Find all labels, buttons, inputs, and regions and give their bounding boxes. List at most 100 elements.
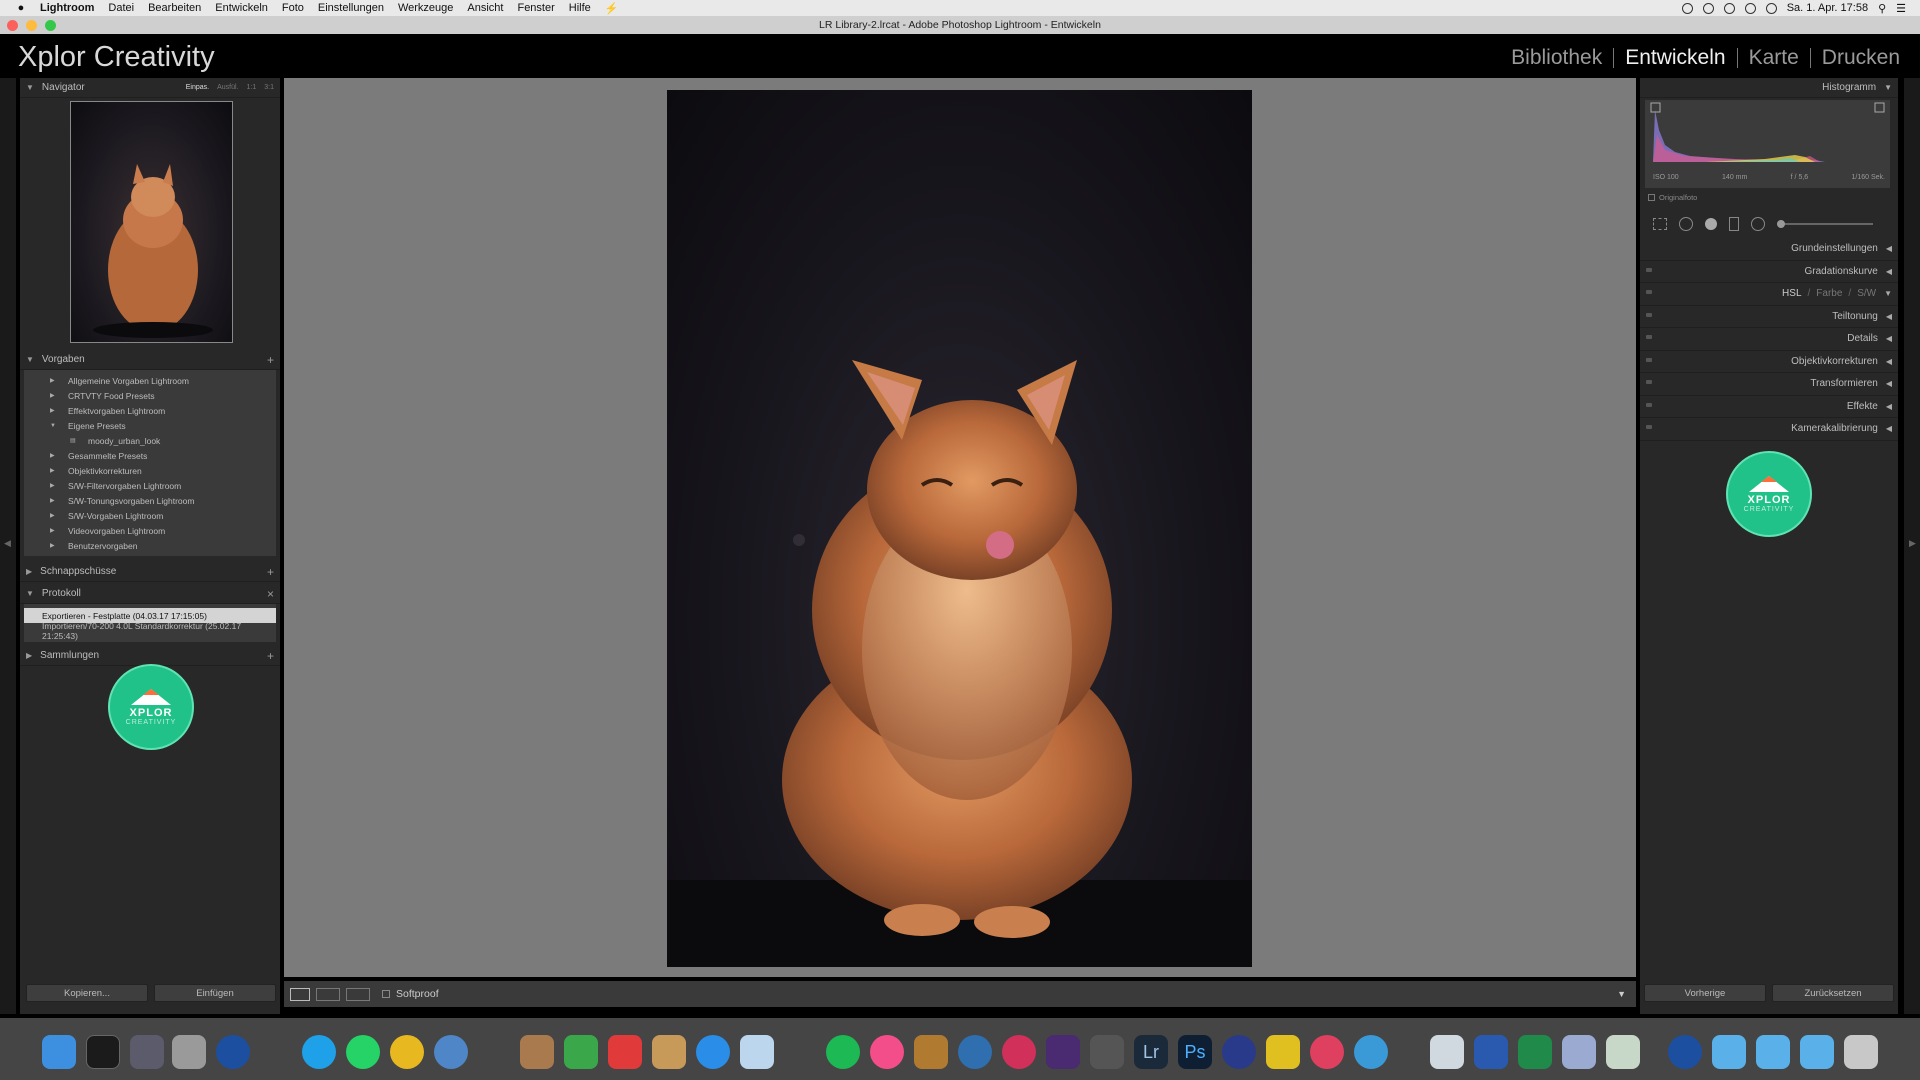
app-icon[interactable] xyxy=(914,1035,948,1069)
apple-icon[interactable]: ● xyxy=(12,2,30,14)
bookmark-app-icon[interactable] xyxy=(608,1035,642,1069)
preset-folder[interactable]: ▶ Objektivkorrekturen xyxy=(24,463,276,478)
evernote-icon[interactable] xyxy=(564,1035,598,1069)
expand-triangle-icon[interactable]: ▶ xyxy=(50,527,60,534)
lightroom-icon[interactable]: Lr xyxy=(1134,1035,1168,1069)
notes-icon[interactable] xyxy=(520,1035,554,1069)
maps-icon[interactable] xyxy=(1430,1035,1464,1069)
navigator-preview[interactable] xyxy=(70,101,233,343)
original-photo-checkbox[interactable] xyxy=(1648,194,1655,201)
excel-icon[interactable] xyxy=(1518,1035,1552,1069)
app-icon[interactable] xyxy=(1222,1035,1256,1069)
folder-app-icon[interactable] xyxy=(652,1035,686,1069)
left-panel-edge[interactable]: ◀ xyxy=(0,78,16,1014)
launchpad-icon[interactable] xyxy=(130,1035,164,1069)
red-eye-icon[interactable] xyxy=(1705,218,1717,230)
panel-details[interactable]: Details ◀ xyxy=(1640,328,1898,351)
shadow-clipping-icon[interactable] xyxy=(1650,102,1661,113)
panel-grundeinstellungen[interactable]: Grundeinstellungen ◀ xyxy=(1640,238,1898,261)
expand-triangle-icon[interactable]: ▶ xyxy=(50,392,60,399)
premiere-icon[interactable] xyxy=(1046,1035,1080,1069)
panel-teiltonung[interactable]: Teiltonung ◀ xyxy=(1640,306,1898,328)
app-icon[interactable] xyxy=(1606,1035,1640,1069)
preset-folder[interactable]: ▶ CRTVTY Food Presets xyxy=(24,388,276,403)
app-icon[interactable] xyxy=(172,1035,206,1069)
zoom-fill-option[interactable]: Ausfül. xyxy=(217,84,238,91)
menubar-datetime[interactable]: Sa. 1. Apr. 17:58 xyxy=(1787,2,1868,14)
panel-switch-icon[interactable] xyxy=(1646,402,1652,407)
terminal-icon[interactable] xyxy=(86,1035,120,1069)
hsl-tab-sw[interactable]: S/W xyxy=(1857,288,1876,299)
expand-triangle-icon[interactable]: ▶ xyxy=(50,482,60,489)
preset-item[interactable]: ▤ moody_urban_look xyxy=(24,433,276,448)
panel-switch-icon[interactable] xyxy=(1646,290,1652,294)
panel-effekte[interactable]: Effekte ◀ xyxy=(1640,396,1898,418)
app-icon[interactable] xyxy=(1310,1035,1344,1069)
status-icon[interactable] xyxy=(1744,2,1756,14)
zoom-fit-option[interactable]: Einpas. xyxy=(186,84,209,91)
module-entwickeln[interactable]: Entwickeln xyxy=(1625,46,1725,70)
panel-switch-icon[interactable] xyxy=(1646,267,1652,272)
folder-icon[interactable] xyxy=(1712,1035,1746,1069)
preset-folder[interactable]: ▶ S/W-Vorgaben Lightroom xyxy=(24,508,276,523)
panel-gradationskurve[interactable]: Gradationskurve ◀ xyxy=(1640,261,1898,283)
adjustment-brush-slider[interactable] xyxy=(1777,220,1873,228)
expand-triangle-icon[interactable]: ▶ xyxy=(50,452,60,459)
before-after-options-icon[interactable] xyxy=(346,987,370,1001)
navigator-header[interactable]: ▼ Navigator Einpas. Ausfül. 1:1 3:1 xyxy=(20,78,280,98)
preset-folder[interactable]: ▶ S/W-Filtervorgaben Lightroom xyxy=(24,478,276,493)
spot-removal-icon[interactable] xyxy=(1679,217,1693,231)
spotify-icon[interactable] xyxy=(826,1035,860,1069)
preview-icon[interactable] xyxy=(740,1035,774,1069)
bolt-icon[interactable]: ⚡ xyxy=(605,2,619,15)
panel-switch-icon[interactable] xyxy=(1646,312,1652,317)
davinci-icon[interactable] xyxy=(1002,1035,1036,1069)
whatsapp-icon[interactable] xyxy=(346,1035,380,1069)
finder-icon[interactable] xyxy=(42,1035,76,1069)
module-karte[interactable]: Karte xyxy=(1749,46,1799,70)
graduated-filter-icon[interactable] xyxy=(1729,217,1739,231)
menu-ansicht[interactable]: Ansicht xyxy=(467,2,503,14)
zoom-3-1-option[interactable]: 3:1 xyxy=(264,84,274,91)
menu-datei[interactable]: Datei xyxy=(108,2,134,14)
menu-hilfe[interactable]: Hilfe xyxy=(569,2,591,14)
reset-button[interactable]: Zurücksetzen xyxy=(1772,984,1894,1002)
add-collection-icon[interactable]: + xyxy=(267,649,274,663)
highlight-clipping-icon[interactable] xyxy=(1874,102,1885,113)
image-canvas[interactable] xyxy=(284,78,1636,977)
menu-einstellungen[interactable]: Einstellungen xyxy=(318,2,384,14)
search-icon[interactable]: ⚲ xyxy=(1878,2,1886,15)
app-icon[interactable] xyxy=(1090,1035,1124,1069)
history-header[interactable]: ▼ Protokoll × xyxy=(20,584,280,604)
menu-foto[interactable]: Foto xyxy=(282,2,304,14)
skype-icon[interactable] xyxy=(302,1035,336,1069)
history-step[interactable]: Importieren/70-200 4.0L Standardkorrektu… xyxy=(24,621,276,641)
list-icon[interactable]: ☰ xyxy=(1896,2,1906,15)
status-icon[interactable] xyxy=(1681,2,1693,14)
paste-button[interactable]: Einfügen xyxy=(154,984,276,1002)
panel-kamerakalibrierung[interactable]: Kamerakalibrierung ◀ xyxy=(1640,418,1898,441)
preset-folder[interactable]: ▶ Allgemeine Vorgaben Lightroom xyxy=(24,373,276,388)
softproof-checkbox[interactable] xyxy=(382,990,390,998)
loupe-view-icon[interactable] xyxy=(290,987,310,1001)
panel-switch-icon[interactable] xyxy=(1646,380,1652,384)
panel-objektivkorrekturen[interactable]: Objektivkorrekturen ◀ xyxy=(1640,351,1898,373)
before-after-icon[interactable] xyxy=(316,987,340,1001)
app-icon[interactable] xyxy=(958,1035,992,1069)
status-icon[interactable] xyxy=(1723,2,1735,14)
status-icon[interactable] xyxy=(1702,2,1714,14)
screenshot-icon[interactable] xyxy=(1354,1035,1388,1069)
expand-triangle-icon[interactable]: ▶ xyxy=(50,512,60,519)
right-panel-edge[interactable]: ▶ xyxy=(1904,78,1920,1014)
expand-triangle-icon[interactable]: ▶ xyxy=(50,497,60,504)
expand-triangle-icon[interactable]: ▶ xyxy=(50,467,60,474)
module-drucken[interactable]: Drucken xyxy=(1822,46,1900,70)
menu-fenster[interactable]: Fenster xyxy=(517,2,554,14)
previous-button[interactable]: Vorherige xyxy=(1644,984,1766,1002)
expand-triangle-icon[interactable]: ▶ xyxy=(50,542,60,549)
word-icon[interactable] xyxy=(1474,1035,1508,1069)
mail-app-icon[interactable] xyxy=(434,1035,468,1069)
panel-transformieren[interactable]: Transformieren ◀ xyxy=(1640,373,1898,396)
main-photo[interactable] xyxy=(667,90,1252,967)
crop-tool-icon[interactable] xyxy=(1653,218,1667,230)
